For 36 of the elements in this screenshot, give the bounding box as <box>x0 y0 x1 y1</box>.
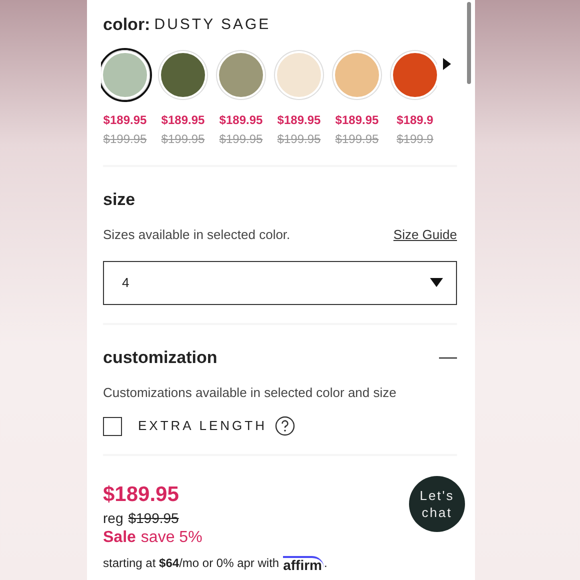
sale-price: $189.95 <box>277 112 321 128</box>
regular-price: $199.95 <box>219 131 263 147</box>
color-swatch[interactable] <box>101 48 152 102</box>
savings-text: save 5% <box>140 528 202 548</box>
section-title: size <box>103 189 136 211</box>
scrollbar[interactable] <box>467 2 471 84</box>
reg-label: reg <box>103 509 124 528</box>
color-label: color: <box>103 14 150 36</box>
section-title: customization <box>103 346 218 368</box>
sale-price: $189.9 <box>396 112 434 128</box>
sale-price: $189.95 <box>103 112 147 128</box>
sale-label: Sale <box>103 528 136 548</box>
customization-note: Customizations available in selected color and size <box>103 384 398 402</box>
chat-button[interactable]: Let's chat <box>409 476 465 532</box>
option-label: EXTRA LENGTH <box>138 417 267 436</box>
regular-price: $199.95 <box>161 131 205 147</box>
checkbox[interactable] <box>103 416 122 436</box>
sale-price: $189.95 <box>335 112 379 128</box>
help-icon[interactable] <box>274 416 295 436</box>
financing-text: starting at $64/mo or 0% apr with <box>103 555 280 572</box>
next-arrow-icon[interactable] <box>443 58 451 70</box>
size-guide-link[interactable]: Size Guide <box>393 225 457 244</box>
regular-price: $199.9 <box>396 131 434 147</box>
regular-price: $199.95 <box>128 509 179 528</box>
regular-price: $199.95 <box>335 131 379 147</box>
sale-price: $189.95 <box>103 482 180 508</box>
sale-price: $189.95 <box>161 112 205 128</box>
affirm-logo[interactable]: affirm <box>283 556 324 572</box>
caret-icon <box>430 278 443 287</box>
regular-price: $199.95 <box>277 131 321 147</box>
regular-price: $199.95 <box>103 131 147 147</box>
color-name: DUSTY SAGE <box>154 15 271 35</box>
size-select[interactable]: 4 <box>103 260 457 304</box>
financing-period: . <box>324 555 328 572</box>
size-note: Sizes available in selected color. <box>103 226 290 244</box>
sale-price: $189.95 <box>219 112 263 128</box>
